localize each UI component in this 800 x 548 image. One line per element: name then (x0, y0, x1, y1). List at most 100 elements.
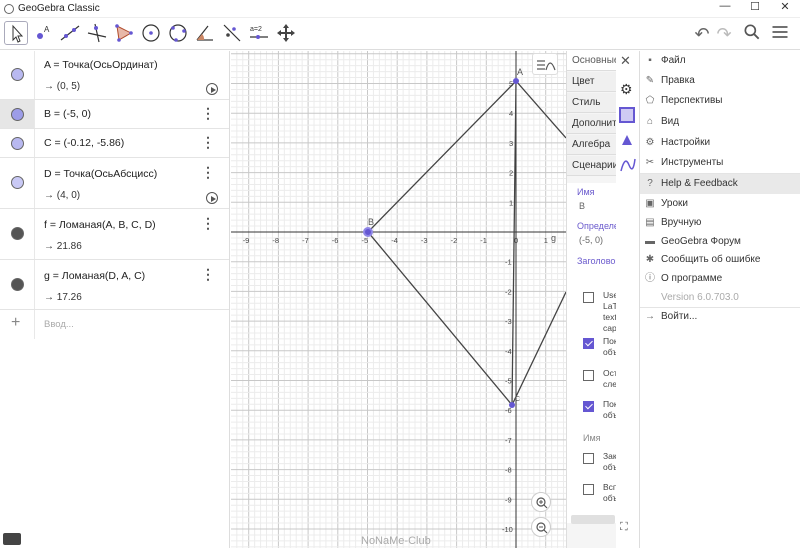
point-b[interactable] (363, 227, 373, 237)
visibility-toggle[interactable] (11, 108, 24, 121)
visibility-toggle[interactable] (11, 227, 24, 240)
menu-item-about[interactable]: ⓘ О программе (640, 269, 800, 289)
trace-checkbox[interactable] (583, 370, 594, 381)
redo-button[interactable]: ↷ (712, 22, 736, 46)
show-object-checkbox[interactable] (583, 338, 594, 349)
geometry-properties-icon[interactable] (620, 133, 634, 147)
polygon-tool-button[interactable] (112, 21, 136, 45)
slider-tool-label: a=2 (250, 26, 262, 33)
y-tick-label: -4 (505, 347, 512, 356)
point-tool-button[interactable]: A (31, 21, 55, 45)
visibility-toggle[interactable] (11, 137, 24, 150)
visibility-toggle[interactable] (11, 278, 24, 291)
algebra-properties-icon[interactable] (620, 157, 636, 173)
menu-item-forum[interactable]: ▬ GeoGebra Форум (640, 232, 800, 252)
more-options-icon[interactable]: ⋮ (201, 134, 215, 151)
algebra-row-f[interactable]: f = Ломаная(A, B, C, D) → 21.86 ⋮ (0, 209, 229, 260)
add-icon[interactable]: + (11, 314, 20, 332)
menu-item-tools[interactable]: ✂ Инструменты (640, 153, 800, 173)
keyboard-icon[interactable] (3, 533, 21, 545)
algebra-row-b[interactable]: B = (-5, 0) ⋮ (0, 100, 229, 129)
checkbox-label: Показывать объект (603, 399, 616, 420)
algebra-row-c[interactable]: C = (-0.12, -5.86) ⋮ (0, 129, 229, 158)
algebra-row-a[interactable]: A = Точка(ОсьОрдинат) → (0, 5) (0, 51, 229, 100)
menu-item-view[interactable]: ⌂ Вид (640, 112, 800, 132)
algebra-row-g[interactable]: g = Ломаная(D, A, C) → 17.26 ⋮ (0, 260, 229, 310)
line-tool-button[interactable] (58, 21, 82, 45)
graphics-view[interactable]: -9 -8 -7 -6 -5 -4 -3 -2 -1 0 1 5 4 3 2 1 -1 -2 -3 -4 -5 -6 -7… (231, 51, 566, 548)
search-button[interactable] (740, 22, 764, 46)
tab-scripting[interactable]: Сценарии (567, 156, 616, 176)
slider-tool-button[interactable]: a=2 (247, 21, 271, 45)
definition-field[interactable]: (-5, 0) (579, 235, 603, 245)
angle-tool-button[interactable] (193, 21, 217, 45)
circle-3points-tool-button[interactable] (166, 21, 190, 45)
perpendicular-tool-button[interactable] (85, 21, 109, 45)
menu-item-perspectives[interactable]: ⬠ Перспективы (640, 91, 800, 111)
auxiliary-object-checkbox[interactable] (583, 484, 594, 495)
tab-basic[interactable]: Основные (567, 51, 616, 71)
y-tick-label: -8 (505, 466, 512, 475)
menu-item-report-bug[interactable]: ✱ Сообщить об ошибке (640, 250, 800, 270)
close-properties-button[interactable]: ✕ (620, 53, 631, 69)
menu-item-help[interactable]: ? Help & Feedback (640, 174, 800, 194)
algebra-input-row[interactable]: + Ввод... (0, 310, 229, 339)
move-graphics-tool-button[interactable] (274, 21, 298, 45)
graphics-style-bar-toggle[interactable] (532, 53, 558, 75)
play-animation-icon[interactable] (206, 83, 218, 95)
version-text: Version 6.0.703.0 (640, 288, 800, 308)
tab-advanced[interactable]: Дополнительно (567, 114, 616, 134)
checkbox-label: Оставлять след (603, 368, 616, 389)
circle-center-tool-button[interactable] (139, 21, 163, 45)
menu-label: Help & Feedback (661, 178, 738, 189)
play-animation-icon[interactable] (206, 192, 218, 204)
graphics-properties-icon[interactable] (619, 107, 635, 123)
reflect-tool-button[interactable] (220, 21, 244, 45)
more-options-icon[interactable]: ⋮ (201, 164, 215, 181)
maximize-button[interactable]: ☐ (740, 0, 770, 18)
more-options-icon[interactable]: ⋮ (201, 266, 215, 283)
minimize-button[interactable]: — (710, 0, 740, 18)
fix-object-checkbox[interactable] (583, 453, 594, 464)
close-window-button[interactable]: ✕ (770, 0, 800, 18)
menu-item-file[interactable]: ▪ Файл (640, 51, 800, 71)
move-tool-button[interactable] (4, 21, 28, 45)
tab-color[interactable]: Цвет (567, 72, 616, 92)
bug-icon: ✱ (645, 254, 655, 265)
horizontal-scrollbar[interactable] (571, 515, 615, 524)
line-icon (60, 25, 80, 41)
watermark: NoNaMe-Club (361, 535, 431, 547)
zoom-out-button[interactable] (531, 517, 551, 537)
algebra-row-d[interactable]: D = Точка(ОсьАбсцисс) → (4, 0) ⋮ (0, 158, 229, 209)
x-tick-label: -1 (480, 236, 487, 245)
graphics-canvas[interactable]: -9 -8 -7 -6 -5 -4 -3 -2 -1 0 1 54321-1-2-3-4-5-6-7… (231, 51, 566, 548)
menu-item-manual[interactable]: ▤ Вручную (640, 213, 800, 233)
y-tick-label: 1 (509, 198, 513, 207)
show-label-checkbox[interactable] (583, 401, 594, 412)
main-menu-button[interactable] (768, 22, 792, 46)
checkbox-label: Вспомогательный объект (603, 482, 616, 503)
fullscreen-icon[interactable]: ⛶ (620, 521, 628, 534)
more-options-icon[interactable]: ⋮ (201, 215, 215, 232)
menu-item-edit[interactable]: ✎ Правка (640, 71, 800, 91)
point-a[interactable] (513, 78, 519, 84)
search-icon (744, 24, 760, 40)
visibility-toggle[interactable] (11, 176, 24, 189)
more-options-icon[interactable]: ⋮ (201, 105, 215, 122)
name-field[interactable]: B (579, 201, 585, 211)
properties-sidebar: ✕ ⚙ ⛶ (616, 51, 639, 548)
zoom-in-button[interactable] (531, 492, 551, 512)
tab-algebra[interactable]: Алгебра (567, 135, 616, 155)
visibility-toggle[interactable] (11, 68, 24, 81)
menu-item-tutorials[interactable]: ▣ Уроки (640, 194, 800, 214)
slider-icon: a=2 (250, 26, 268, 39)
gear-icon[interactable]: ⚙ (620, 81, 633, 98)
undo-button[interactable]: ↶ (690, 22, 714, 46)
menu-item-sign-in[interactable]: → Войти... (640, 307, 800, 327)
tab-style[interactable]: Стиль (567, 93, 616, 113)
menu-item-settings[interactable]: ⚙ Настройки (640, 133, 800, 153)
algebra-input-field[interactable]: Ввод... (44, 319, 74, 330)
properties-body: Имя B Определение (-5, 0) Заголовок Use … (567, 183, 616, 523)
latex-caption-checkbox[interactable] (583, 292, 594, 303)
menu-label: GeoGebra Форум (661, 236, 741, 247)
